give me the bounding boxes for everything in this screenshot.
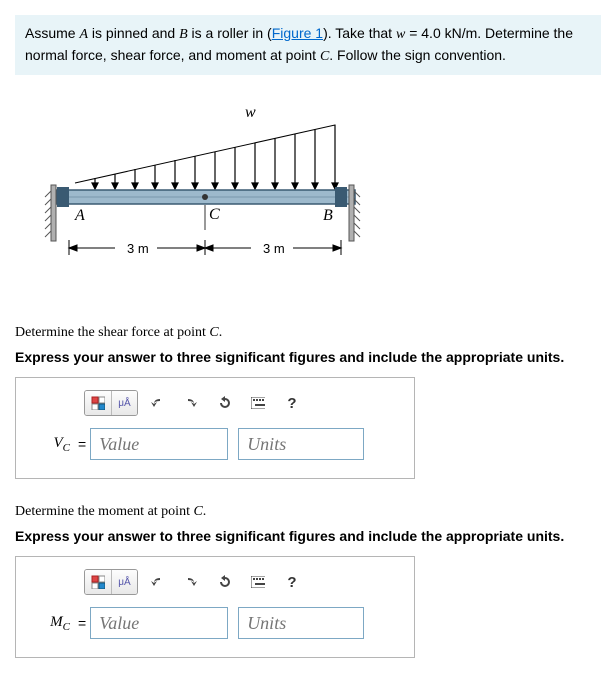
redo-button[interactable]	[177, 570, 203, 594]
var-A: A	[79, 27, 88, 42]
redo-button[interactable]	[177, 391, 203, 415]
equals: =	[78, 615, 86, 631]
text: ). Take that	[323, 25, 396, 41]
part-moment: Determine the moment at point C. Express…	[15, 504, 601, 658]
part-instruction: Express your answer to three significant…	[15, 528, 601, 544]
text: Assume	[25, 25, 79, 41]
beam-figure: w	[35, 105, 601, 285]
text: is pinned and	[88, 25, 179, 41]
text: .	[203, 504, 207, 519]
value-input[interactable]	[90, 607, 228, 639]
part-shear: Determine the shear force at point C. Ex…	[15, 325, 601, 479]
dim-2: 3 m	[263, 241, 285, 256]
units-input[interactable]	[238, 607, 364, 639]
var-label: MC	[30, 614, 74, 633]
var-B: B	[179, 27, 188, 42]
reset-button[interactable]	[211, 391, 237, 415]
help-button[interactable]: ?	[279, 570, 305, 594]
templates-group: μÅ	[84, 390, 138, 416]
help-button[interactable]: ?	[279, 391, 305, 415]
answer-box-shear: μÅ ? VC =	[15, 377, 415, 479]
undo-button[interactable]	[143, 570, 169, 594]
figure-link[interactable]: Figure 1	[272, 25, 323, 41]
dim-1: 3 m	[127, 241, 149, 256]
templates-button[interactable]	[85, 391, 111, 415]
units-input[interactable]	[238, 428, 364, 460]
answer-box-moment: μÅ ? MC =	[15, 556, 415, 658]
text: Determine the moment at point	[15, 504, 193, 519]
var-C: C	[209, 325, 218, 340]
text: is a roller in (	[188, 25, 272, 41]
label-C: C	[209, 206, 220, 223]
input-row: MC =	[30, 607, 400, 639]
text: . Follow the sign convention.	[329, 47, 506, 63]
keyboard-button[interactable]	[245, 391, 271, 415]
var-w: w	[396, 27, 405, 42]
var-C: C	[320, 49, 329, 64]
toolbar: μÅ ?	[84, 390, 400, 416]
part-header: Determine the moment at point C.	[15, 504, 601, 520]
templates-group: μÅ	[84, 569, 138, 595]
templates-button[interactable]	[85, 570, 111, 594]
problem-statement: Assume A is pinned and B is a roller in …	[15, 15, 601, 75]
keyboard-button[interactable]	[245, 570, 271, 594]
units-mu-a-button[interactable]: μÅ	[111, 570, 137, 594]
label-A: A	[74, 207, 85, 224]
toolbar: μÅ ?	[84, 569, 400, 595]
part-header: Determine the shear force at point C.	[15, 325, 601, 341]
input-row: VC =	[30, 428, 400, 460]
label-w: w	[245, 105, 256, 121]
var-C: C	[193, 504, 202, 519]
value-input[interactable]	[90, 428, 228, 460]
equals: =	[78, 436, 86, 452]
undo-button[interactable]	[143, 391, 169, 415]
var-label: VC	[30, 435, 74, 454]
label-B: B	[323, 207, 333, 224]
part-instruction: Express your answer to three significant…	[15, 349, 601, 365]
units-mu-a-button[interactable]: μÅ	[111, 391, 137, 415]
text: Determine the shear force at point	[15, 325, 209, 340]
reset-button[interactable]	[211, 570, 237, 594]
text: .	[219, 325, 223, 340]
